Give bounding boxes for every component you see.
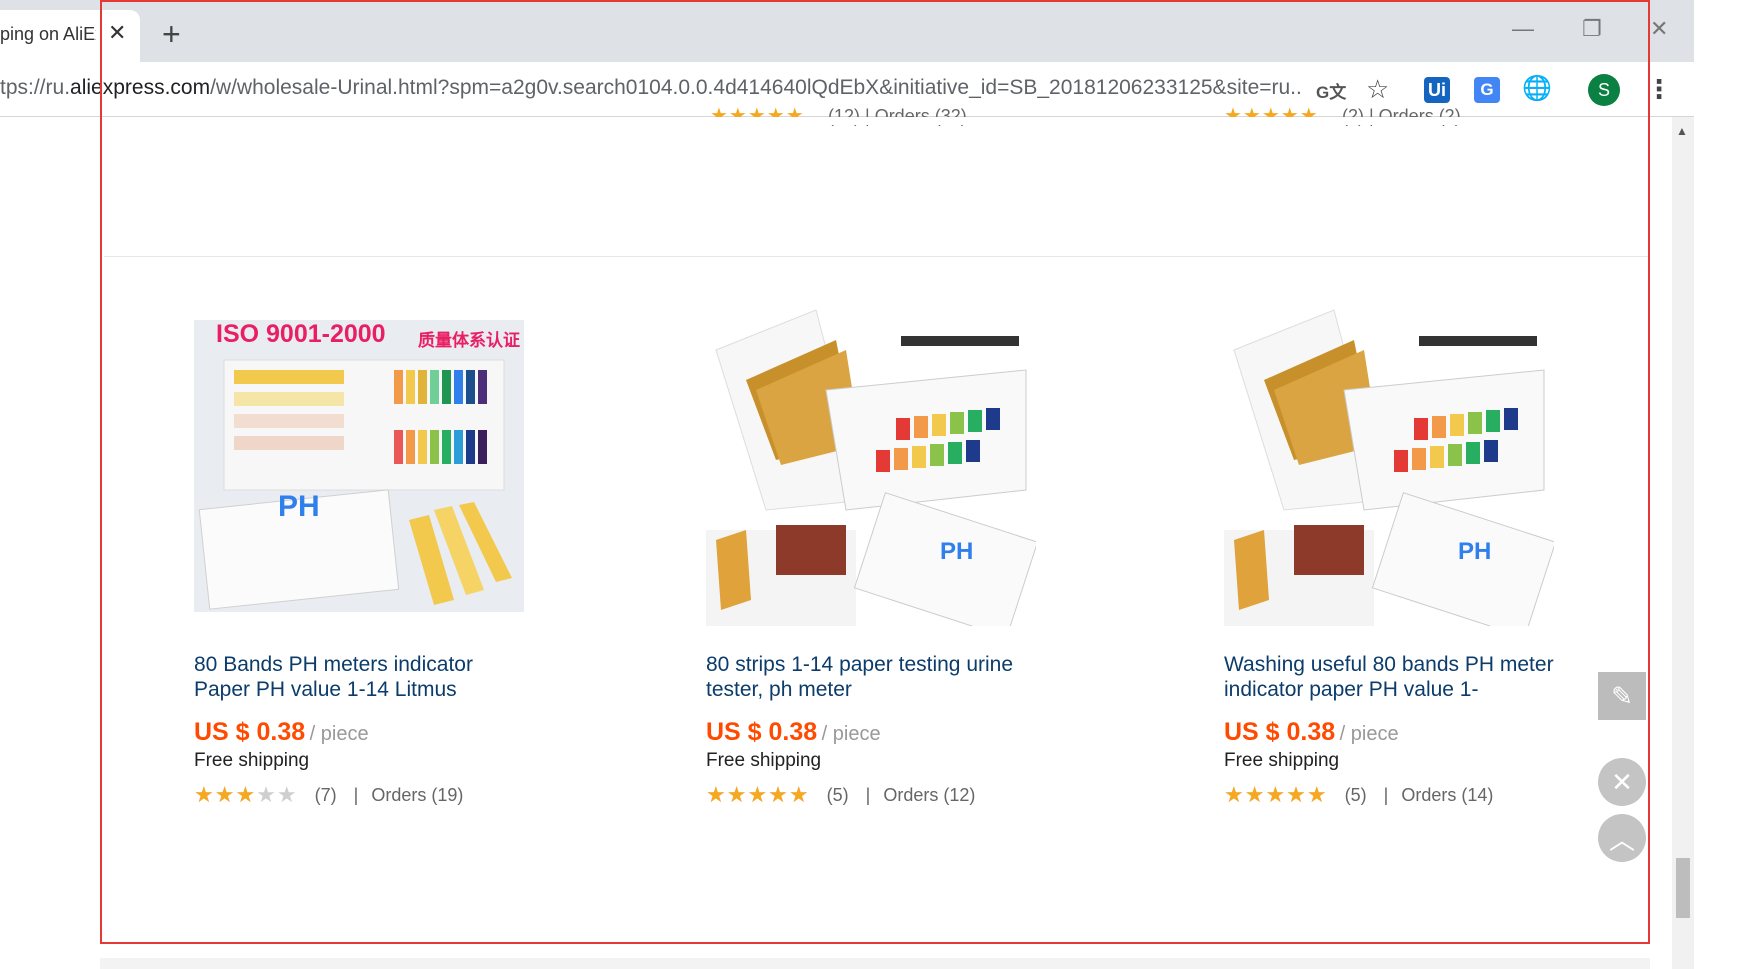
scrollbar-thumb[interactable] bbox=[1676, 858, 1690, 918]
scrollbar-track[interactable] bbox=[1672, 117, 1694, 969]
scroll-up-arrow-icon[interactable]: ▲ bbox=[1676, 124, 1688, 138]
highlight-frame bbox=[100, 0, 1650, 944]
url-prefix: tps://ru. bbox=[0, 76, 71, 99]
tab-title[interactable]: ping on AliEx bbox=[0, 24, 96, 45]
page-bottom-strip bbox=[100, 958, 1650, 969]
window-close-icon[interactable]: ✕ bbox=[1650, 18, 1668, 40]
